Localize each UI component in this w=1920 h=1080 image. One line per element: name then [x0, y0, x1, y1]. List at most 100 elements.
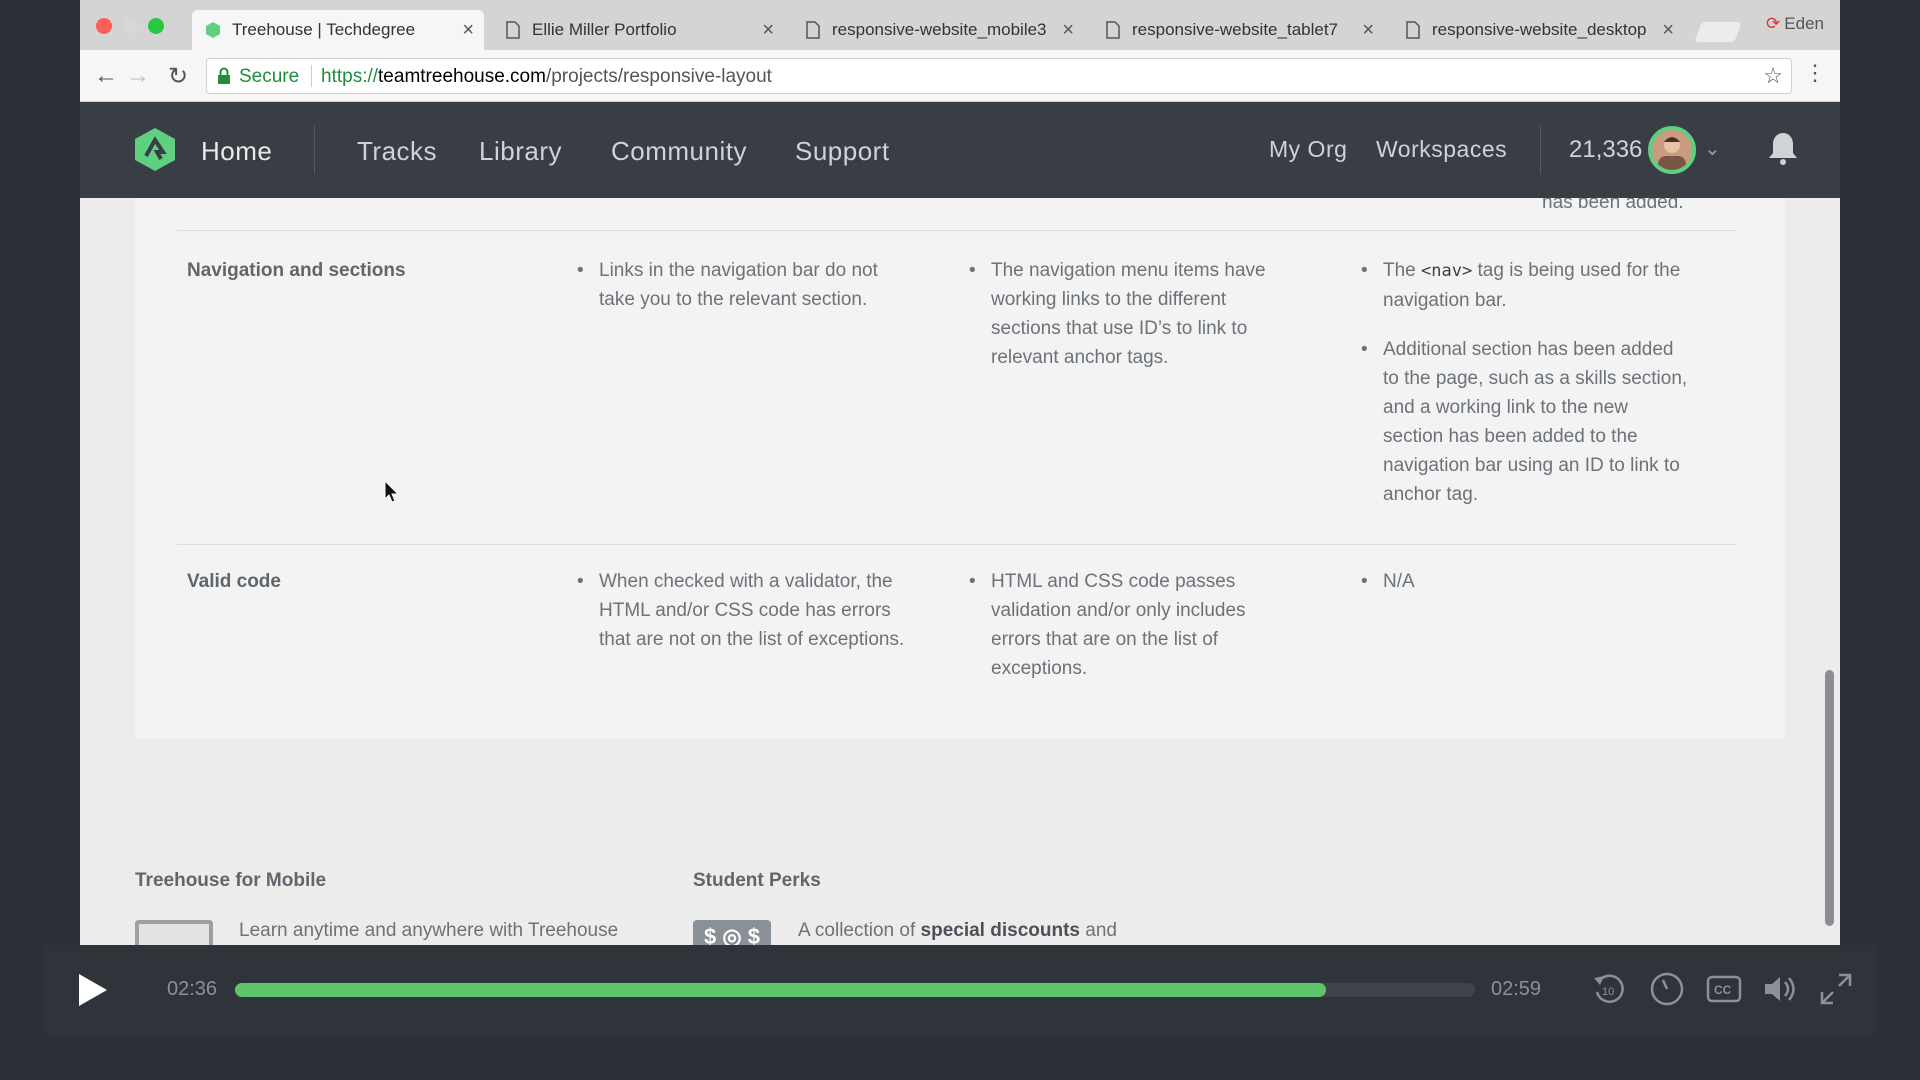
tab-desktop[interactable]: responsive-website_desktop ×: [1392, 10, 1684, 50]
nav-divider: [314, 126, 315, 174]
treehouse-logo-icon[interactable]: [132, 126, 178, 172]
does-not-meet-cell: When checked with a validator, the HTML …: [577, 567, 907, 674]
play-icon[interactable]: [75, 972, 111, 1008]
nav-community[interactable]: Community: [611, 136, 747, 167]
perks-text-before: A collection of: [798, 920, 921, 941]
secure-label: Secure: [239, 66, 300, 87]
tab-title: responsive-website_tablet7: [1132, 20, 1339, 39]
tab-title: Treehouse | Techdegree: [232, 20, 416, 39]
document-icon: [1106, 21, 1120, 39]
tab-mobile[interactable]: responsive-website_mobile3 ×: [792, 10, 1084, 50]
nav-tracks[interactable]: Tracks: [357, 136, 437, 167]
progress-fill: [235, 983, 1327, 997]
tab-title: responsive-website_desktop: [1432, 20, 1647, 39]
browser-window: Treehouse | Techdegree × Ellie Miller Po…: [80, 0, 1840, 945]
profile-icon: ⟳: [1766, 14, 1781, 33]
footer-perks-text: A collection of special discounts and: [798, 920, 1117, 942]
document-icon: [506, 21, 520, 39]
address-divider: [311, 65, 312, 87]
close-tab-icon[interactable]: ×: [1662, 10, 1674, 50]
site-header: Home Tracks Library Community Support My…: [80, 102, 1840, 198]
list-item: HTML and CSS code passes validation and/…: [969, 567, 1299, 683]
address-bar[interactable]: Secure https://teamtreehouse.com/project…: [206, 58, 1792, 94]
bookmark-star-icon[interactable]: ☆: [1763, 63, 1783, 89]
duration-time: 02:59: [1491, 978, 1542, 1000]
user-photo-icon: [1658, 137, 1686, 170]
perks-badge-icon: $ ◎ $: [693, 920, 771, 945]
close-tab-icon[interactable]: ×: [1362, 10, 1374, 50]
fullscreen-icon[interactable]: [1817, 970, 1855, 1008]
perks-text-bold: special discounts: [920, 920, 1080, 941]
maximize-window-button[interactable]: [148, 18, 164, 34]
close-tab-icon[interactable]: ×: [1062, 10, 1074, 50]
svg-text:CC: CC: [1714, 983, 1732, 997]
document-icon: [1406, 21, 1420, 39]
tab-title: Ellie Miller Portfolio: [532, 20, 677, 39]
perks-text-after: and: [1079, 920, 1117, 941]
item-text: Additional section has been added to the…: [1383, 339, 1688, 505]
item-text: The: [1383, 260, 1422, 281]
code-snippet: <nav>: [1421, 261, 1473, 281]
tab-portfolio[interactable]: Ellie Miller Portfolio ×: [492, 10, 784, 50]
video-player-controls: 02:36 02:59 10 CC: [45, 945, 1875, 1035]
browser-menu-icon[interactable]: ⋮: [1804, 62, 1826, 84]
does-not-meet-cell: Links in the navigation bar do not take …: [577, 256, 907, 334]
nav-library[interactable]: Library: [479, 136, 562, 167]
reload-button[interactable]: ↻: [168, 62, 188, 91]
minimize-window-button[interactable]: [122, 18, 138, 34]
close-tab-icon[interactable]: ×: [462, 10, 474, 50]
rewind-10-icon[interactable]: 10: [1590, 970, 1628, 1008]
meets-cell: The navigation menu items have working l…: [969, 256, 1299, 392]
url-scheme: https://: [321, 66, 379, 87]
criterion-valid-code: Valid code: [187, 571, 281, 592]
list-item: When checked with a validator, the HTML …: [577, 567, 907, 654]
exceeds-cell: N/A: [1361, 567, 1691, 616]
closed-captions-icon[interactable]: CC: [1705, 970, 1743, 1008]
footer-mobile-heading: Treehouse for Mobile: [135, 870, 327, 891]
url-path: /projects/responsive-layout: [545, 66, 772, 87]
nav-divider: [1540, 126, 1541, 174]
speed-icon[interactable]: [1648, 970, 1686, 1008]
nav-my-org[interactable]: My Org: [1269, 136, 1347, 163]
browser-toolbar: ← → ↻ Secure https://teamtreehouse.com/p…: [80, 50, 1840, 102]
list-item: N/A: [1361, 567, 1691, 596]
new-tab-button[interactable]: [1694, 22, 1742, 42]
document-icon: [806, 21, 820, 39]
rubric-previous-fragment: has been added.: [1542, 198, 1684, 213]
footer-perks-heading: Student Perks: [693, 870, 821, 891]
back-button[interactable]: ←: [94, 62, 118, 90]
notification-bell-icon[interactable]: [1766, 130, 1800, 166]
tab-tablet[interactable]: responsive-website_tablet7 ×: [1092, 10, 1384, 50]
close-window-button[interactable]: [96, 18, 112, 34]
forward-button[interactable]: →: [126, 62, 150, 90]
mouse-cursor-icon: [384, 480, 400, 503]
list-item: Links in the navigation bar do not take …: [577, 256, 907, 314]
page-content: has been added. Navigation and sections …: [80, 198, 1840, 945]
progress-track[interactable]: [235, 983, 1475, 997]
mobile-phone-icon: [135, 920, 213, 945]
exceeds-cell: The <nav> tag is being used for the navi…: [1361, 256, 1691, 529]
avatar[interactable]: [1648, 126, 1696, 174]
volume-icon[interactable]: [1761, 970, 1799, 1008]
points-count: 21,336: [1569, 136, 1643, 163]
nav-workspaces[interactable]: Workspaces: [1376, 136, 1507, 163]
meets-cell: HTML and CSS code passes validation and/…: [969, 567, 1299, 703]
rubric-card: has been added. Navigation and sections …: [135, 198, 1785, 739]
list-item: The navigation menu items have working l…: [969, 256, 1299, 372]
nav-home[interactable]: Home: [201, 136, 272, 167]
close-tab-icon[interactable]: ×: [762, 10, 774, 50]
page-scrollbar[interactable]: [1825, 670, 1834, 926]
list-item: Additional section has been added to the…: [1361, 335, 1691, 509]
row-divider: [177, 544, 1737, 545]
current-time: 02:36: [167, 978, 218, 1000]
profile-button[interactable]: ⟳ Eden: [1766, 14, 1824, 34]
nav-support[interactable]: Support: [795, 136, 890, 167]
treehouse-favicon-icon: [206, 22, 220, 38]
tab-treehouse[interactable]: Treehouse | Techdegree ×: [192, 10, 484, 50]
footer-mobile-text: Learn anytime and anywhere with Treehous…: [239, 920, 619, 941]
profile-name: Eden: [1784, 14, 1824, 33]
chevron-down-icon[interactable]: ⌄: [1704, 136, 1721, 161]
tab-strip: Treehouse | Techdegree × Ellie Miller Po…: [80, 0, 1840, 50]
url-text: https://teamtreehouse.com/projects/respo…: [321, 66, 772, 88]
tab-title: responsive-website_mobile3: [832, 20, 1047, 39]
